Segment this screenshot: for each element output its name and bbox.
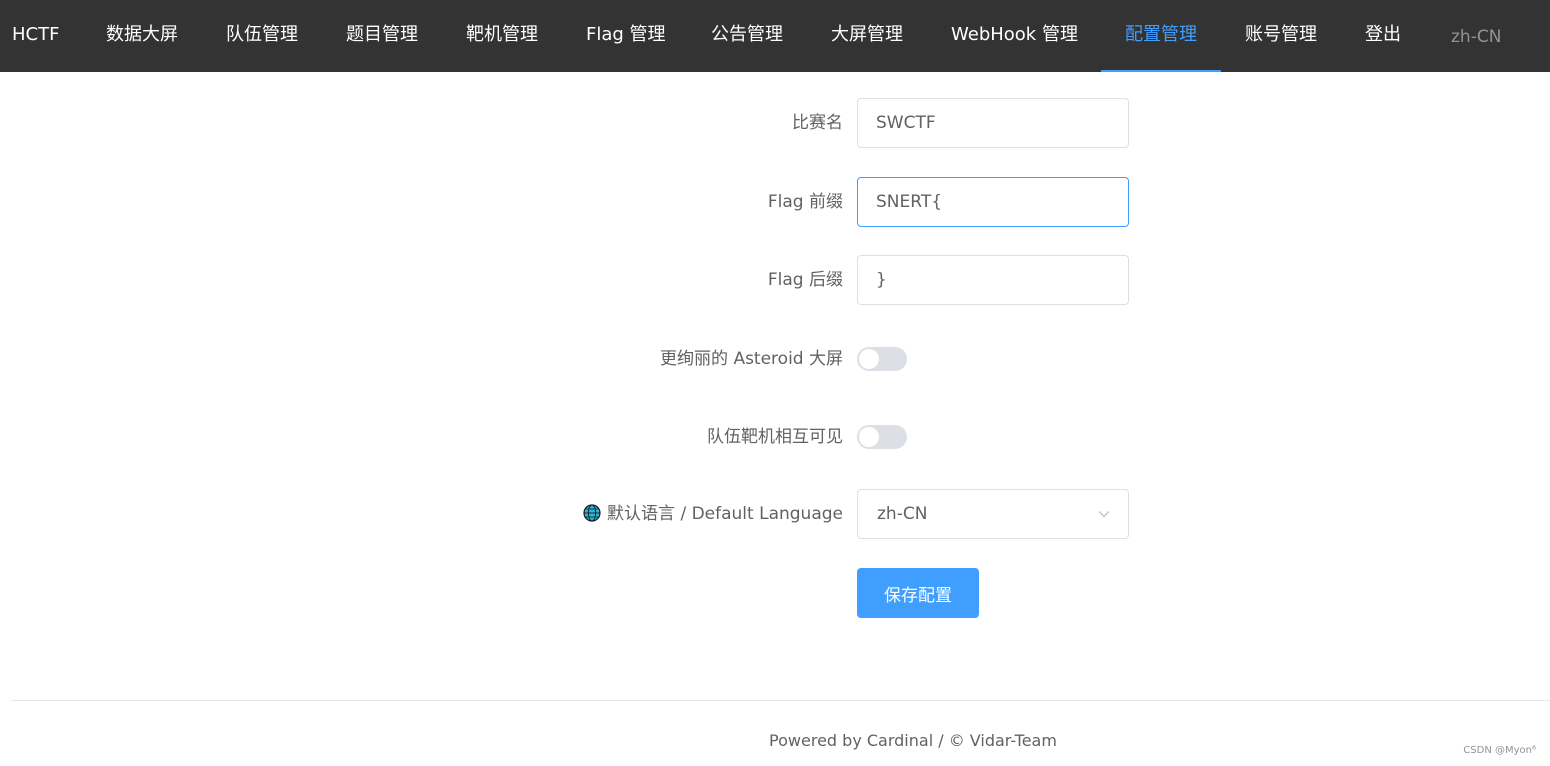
title-input[interactable]: [857, 98, 1129, 148]
gamebox-visible-toggle[interactable]: [857, 425, 907, 449]
nav-item-logout[interactable]: 登出: [1365, 0, 1401, 72]
flag-suffix-label: Flag 后缀: [767, 270, 843, 290]
toggle-knob: [859, 427, 879, 447]
gamebox-visible-label: 队伍靶机相互可见: [707, 427, 843, 447]
nav-item-webhook[interactable]: WebHook 管理: [951, 0, 1078, 72]
flag-prefix-label: Flag 前缀: [767, 192, 843, 212]
toggle-knob: [859, 349, 879, 369]
nav-item-challenges[interactable]: 题目管理: [346, 0, 418, 72]
save-config-button[interactable]: 保存配置: [857, 568, 979, 618]
nav-item-config[interactable]: 配置管理: [1101, 0, 1221, 72]
default-language-text: 默认语言 / Default Language: [607, 504, 843, 524]
footer-credits: Powered by Cardinal / © Vidar-Team: [769, 731, 1057, 750]
default-language-value: zh-CN: [877, 504, 928, 524]
nav-item-gameboxes[interactable]: 靶机管理: [466, 0, 538, 72]
footer-divider: [11, 700, 1550, 701]
language-switcher[interactable]: zh-CN: [1451, 0, 1501, 72]
top-navbar: HCTF 数据大屏 队伍管理 题目管理 靶机管理 Flag 管理 公告管理 大屏…: [0, 0, 1550, 72]
brand-logo[interactable]: HCTF: [12, 0, 59, 72]
nav-item-notices[interactable]: 公告管理: [711, 0, 783, 72]
flag-prefix-input[interactable]: [857, 177, 1129, 227]
asteroid-toggle[interactable]: [857, 347, 907, 371]
globe-icon: [583, 504, 601, 522]
chevron-down-icon: [1098, 511, 1110, 518]
default-language-select[interactable]: zh-CN: [857, 489, 1129, 539]
nav-item-dashboard[interactable]: 数据大屏: [106, 0, 178, 72]
watermark: CSDN @Myon⁶: [1463, 745, 1536, 756]
flag-suffix-input[interactable]: [857, 255, 1129, 305]
nav-item-flags[interactable]: Flag 管理: [586, 0, 666, 72]
nav-item-teams[interactable]: 队伍管理: [226, 0, 298, 72]
nav-item-screens[interactable]: 大屏管理: [831, 0, 903, 72]
asteroid-label: 更绚丽的 Asteroid 大屏: [660, 349, 843, 369]
default-language-label: 默认语言 / Default Language: [583, 504, 843, 524]
title-label: 比赛名: [792, 113, 843, 133]
nav-item-accounts[interactable]: 账号管理: [1245, 0, 1317, 72]
